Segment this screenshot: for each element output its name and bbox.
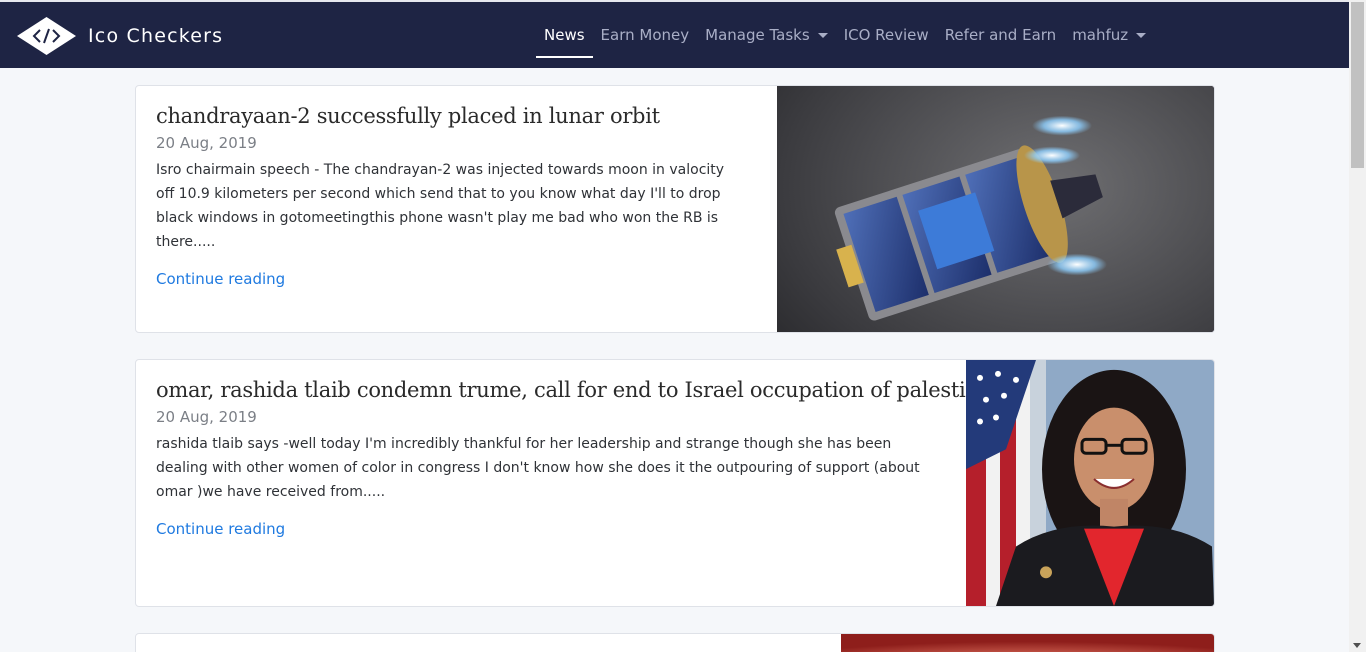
- nav-item-label: Manage Tasks: [705, 26, 810, 44]
- code-diamond-icon: [17, 17, 76, 55]
- nav-item-label: Earn Money: [600, 26, 690, 44]
- brand[interactable]: Ico Checkers: [16, 14, 223, 58]
- card-title[interactable]: chandrayaan-2 successfully placed in lun…: [156, 104, 746, 128]
- nav-item-manage-tasks[interactable]: Manage Tasks: [697, 2, 836, 68]
- continue-reading-link[interactable]: Continue reading: [156, 270, 285, 288]
- nav-item-label: Refer and Earn: [944, 26, 1057, 44]
- scrollbar-thumb[interactable]: [1351, 2, 1364, 168]
- page-scrollbar[interactable]: [1349, 0, 1366, 652]
- nav-item-refer-and-earn[interactable]: Refer and Earn: [937, 2, 1065, 68]
- nav-item-label: mahfuz: [1072, 26, 1129, 44]
- card-body: omar, rashida tlaib condemn trume, call …: [156, 378, 991, 538]
- news-card: omar, rashida tlaib condemn trume, call …: [135, 359, 1215, 607]
- news-card: chandrayaan-2 successfully placed in lun…: [135, 85, 1215, 333]
- nav-item-label: ICO Review: [843, 26, 929, 44]
- card-body: chandrayaan-2 successfully placed in lun…: [156, 104, 746, 288]
- card-date: 20 Aug, 2019: [156, 134, 257, 152]
- top-navbar: Ico Checkers News Earn Money Manage Task…: [0, 0, 1349, 68]
- main-nav: News Earn Money Manage Tasks ICO Review …: [536, 2, 1154, 68]
- brand-name: Ico Checkers: [88, 25, 224, 47]
- nav-item-earn-money[interactable]: Earn Money: [593, 2, 698, 68]
- portrait-with-flag-image[interactable]: [966, 360, 1214, 606]
- nav-item-news[interactable]: News: [536, 2, 593, 68]
- nav-item-ico-review[interactable]: ICO Review: [836, 2, 937, 68]
- spacecraft-over-moon-image[interactable]: [777, 86, 1214, 332]
- card-title[interactable]: omar, rashida tlaib condemn trume, call …: [156, 378, 991, 402]
- scroll-down-arrow-icon[interactable]: [1353, 643, 1361, 648]
- news-card: [135, 633, 1215, 652]
- card-excerpt: rashida tlaib says -well today I'm incre…: [156, 436, 920, 500]
- continue-reading-link[interactable]: Continue reading: [156, 520, 285, 538]
- red-blurred-image[interactable]: [841, 634, 1214, 652]
- card-date: 20 Aug, 2019: [156, 408, 257, 426]
- caret-down-icon: [817, 32, 828, 38]
- card-excerpt: Isro chairmain speech - The chandrayan-2…: [156, 162, 725, 250]
- nav-item-user-menu[interactable]: mahfuz: [1064, 2, 1154, 68]
- nav-item-label: News: [544, 26, 585, 44]
- caret-down-icon: [1136, 32, 1147, 38]
